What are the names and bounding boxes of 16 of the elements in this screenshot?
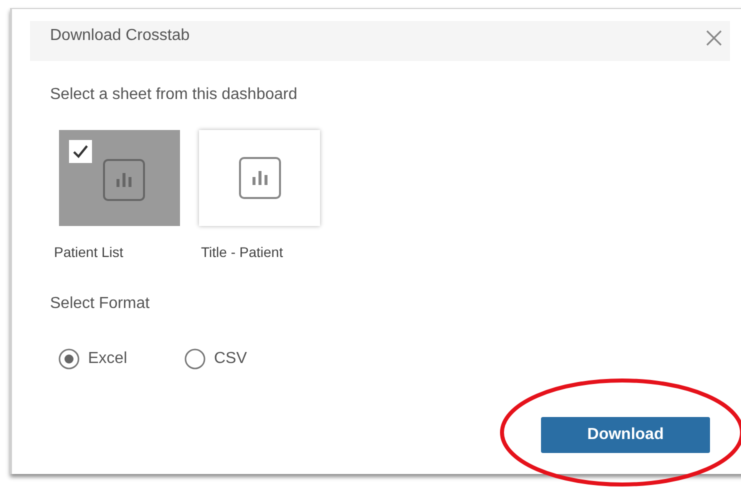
radio-selected-icon[interactable] — [58, 348, 80, 370]
close-icon[interactable] — [706, 30, 722, 46]
radio-option[interactable]: Excel — [58, 347, 164, 371]
checkbox-checked-icon[interactable] — [69, 140, 92, 163]
sheet-label: Patient List — [54, 243, 124, 262]
sheet-tile[interactable] — [59, 130, 180, 226]
bar-chart-icon — [238, 157, 280, 199]
sheet-label: Title - Patient — [201, 243, 284, 262]
download-button[interactable]: Download — [541, 417, 710, 453]
sheet-tile[interactable] — [199, 130, 320, 226]
section-label: Select Format — [50, 294, 151, 314]
bar-chart-icon — [102, 159, 144, 201]
radio-option[interactable]: CSV — [184, 347, 247, 371]
dialog-title: Download Crosstab — [50, 26, 190, 46]
radio-empty-icon[interactable] — [184, 348, 206, 370]
prompt-text: Select a sheet from this dashboard — [50, 85, 298, 105]
